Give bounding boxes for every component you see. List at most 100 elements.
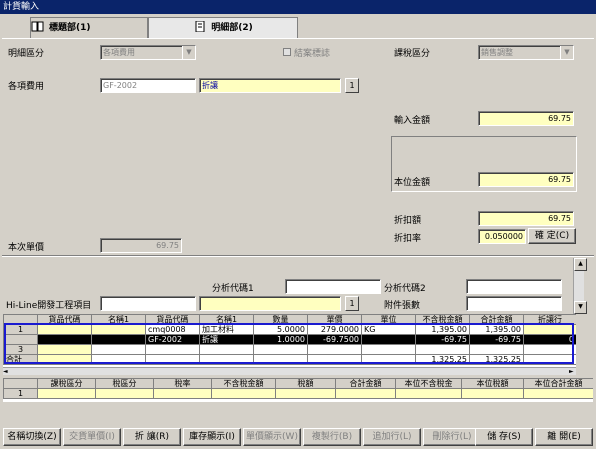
- exit-button[interactable]: 離 開(E): [535, 428, 593, 446]
- confirm-button[interactable]: 確 定(C): [528, 228, 576, 244]
- grid-header-cell: [3, 314, 38, 325]
- grid-cell: [91, 354, 146, 365]
- analysis-code1-field[interactable]: [285, 279, 381, 294]
- grid-cell[interactable]: [91, 324, 146, 335]
- section-divider: [2, 255, 594, 257]
- tab-header-label: 標題部(1): [49, 23, 91, 33]
- grid-cell[interactable]: 279.0000: [307, 324, 362, 335]
- discount-rate-field[interactable]: 0.050000: [478, 229, 526, 244]
- table-row[interactable]: 1: [3, 388, 593, 399]
- grid-cell[interactable]: [253, 344, 308, 355]
- discount-amount-label: 折扣額: [394, 216, 422, 226]
- grid-cell[interactable]: 0: [523, 334, 576, 345]
- grid-hscrollbar[interactable]: ◄ ►: [3, 367, 576, 375]
- project-name-field[interactable]: [199, 296, 341, 311]
- save-button[interactable]: 儲 存(S): [475, 428, 533, 446]
- grid-cell[interactable]: [275, 388, 336, 399]
- grid-cell[interactable]: 1.0000: [253, 334, 308, 345]
- input-amount-field[interactable]: 69.75: [478, 111, 574, 126]
- chevron-down-icon: ▼: [560, 46, 573, 59]
- attach-count-field[interactable]: [466, 296, 562, 311]
- unit-price-field[interactable]: 69.75: [100, 238, 182, 253]
- table-row[interactable]: 3: [3, 344, 576, 355]
- grid-cell[interactable]: [469, 344, 524, 355]
- expense-label: 各項費用: [8, 82, 45, 92]
- expense-code-field[interactable]: GF-2002: [100, 78, 196, 93]
- table-row-selected[interactable]: GF-2002 折讓 1.0000 -69.7500 -69.75 -69.75…: [3, 334, 576, 345]
- row-number: 1: [3, 388, 38, 399]
- grid-cell[interactable]: -69.75: [469, 334, 524, 345]
- grid-cell[interactable]: [361, 344, 416, 355]
- grid-cell[interactable]: [461, 388, 524, 399]
- grid-cell[interactable]: KG: [361, 324, 416, 335]
- grid-cell[interactable]: [91, 334, 146, 345]
- grid-cell[interactable]: [145, 344, 200, 355]
- analysis-code2-field[interactable]: [466, 279, 562, 294]
- unit-price-label: 本次單價: [8, 243, 45, 253]
- grid-cell[interactable]: 加工材料: [199, 324, 254, 335]
- price-display-button[interactable]: 單價顯示(W): [243, 428, 301, 446]
- discount-amount-field[interactable]: 69.75: [478, 211, 574, 226]
- scroll-right-icon[interactable]: ►: [569, 368, 576, 375]
- grid-cell[interactable]: 5.0000: [253, 324, 308, 335]
- grid-header-cell: 貨品代碼: [145, 314, 200, 325]
- discount-button[interactable]: 折 讓(R): [123, 428, 181, 446]
- grid-cell[interactable]: -69.7500: [307, 334, 362, 345]
- grid-cell[interactable]: [395, 388, 462, 399]
- grid-cell[interactable]: [91, 344, 146, 355]
- name-toggle-button[interactable]: 名稱切換(Z): [3, 428, 61, 446]
- local-amount-field[interactable]: 69.75: [478, 172, 574, 187]
- grid-cell: [253, 354, 308, 365]
- grid-cell[interactable]: [37, 388, 96, 399]
- scroll-up-icon[interactable]: ▲: [574, 258, 587, 271]
- grid-cell[interactable]: GF-2002: [145, 334, 200, 345]
- grid-header-cell: 名稱1: [199, 314, 254, 325]
- tax-header-cell: 本位稅額: [461, 378, 524, 389]
- detail-type-select[interactable]: 各項費用 ▼: [100, 45, 196, 60]
- grid-cell[interactable]: 折讓: [199, 334, 254, 345]
- tab-detail[interactable]: 明細部(2): [148, 17, 298, 39]
- grid-cell[interactable]: [95, 388, 154, 399]
- delivery-price-button[interactable]: 交貨單價(I): [63, 428, 121, 446]
- grid-cell[interactable]: [335, 388, 396, 399]
- grid-cell[interactable]: 1,395.00: [415, 324, 470, 335]
- grid-cell[interactable]: [37, 344, 92, 355]
- grid-cell[interactable]: [361, 334, 416, 345]
- scroll-left-icon[interactable]: ◄: [3, 368, 10, 375]
- grid-cell[interactable]: [307, 344, 362, 355]
- scroll-down-icon[interactable]: ▼: [574, 301, 587, 314]
- grid-cell[interactable]: [153, 388, 212, 399]
- tax-grid-area: 課稅區分 稅區分 稅率 不含稅金額 稅額 合計金額 本位不含稅金 本位稅額 本位…: [3, 378, 593, 402]
- expense-lookup-button[interactable]: 1: [345, 78, 359, 93]
- grid-cell[interactable]: [523, 388, 593, 399]
- analysis-scrollbar[interactable]: ▲ ▼: [573, 258, 587, 314]
- grid-cell[interactable]: [37, 324, 92, 335]
- grid-cell: [307, 354, 362, 365]
- project-code-field[interactable]: [100, 296, 196, 311]
- tax-header-cell: [3, 378, 38, 389]
- grid-cell[interactable]: [523, 344, 576, 355]
- add-row-button[interactable]: 追加行(L): [363, 428, 421, 446]
- grid-cell[interactable]: [37, 334, 92, 345]
- delete-row-button[interactable]: 刪除行(L): [423, 428, 481, 446]
- input-amount-label: 輸入金額: [394, 116, 431, 126]
- tab-header[interactable]: 標題部(1): [30, 17, 148, 39]
- tax-type-select[interactable]: 銷售調整 ▼: [478, 45, 574, 60]
- grid-cell[interactable]: 1,395.00: [469, 324, 524, 335]
- grid-cell[interactable]: [211, 388, 276, 399]
- settle-flag-checkbox[interactable]: [283, 48, 291, 56]
- grid-cell[interactable]: [415, 344, 470, 355]
- attach-count-label: 附件張數: [384, 301, 421, 311]
- grid-cell: [37, 354, 92, 365]
- grid-cell[interactable]: cmq0008: [145, 324, 200, 335]
- grid-cell[interactable]: [523, 324, 576, 335]
- grid-cell[interactable]: -69.75: [415, 334, 470, 345]
- copy-row-button[interactable]: 複製行(B): [303, 428, 361, 446]
- tax-grid: 課稅區分 稅區分 稅率 不含稅金額 稅額 合計金額 本位不含稅金 本位稅額 本位…: [3, 378, 593, 399]
- expense-name-field[interactable]: 折讓: [199, 78, 341, 93]
- row-number: 3: [3, 344, 38, 355]
- table-row[interactable]: 1 cmq0008 加工材料 5.0000 279.0000 KG 1,395.…: [3, 324, 576, 335]
- project-lookup-button[interactable]: 1: [345, 296, 359, 311]
- stock-display-button[interactable]: 庫存顯示(I): [183, 428, 241, 446]
- grid-cell[interactable]: [199, 344, 254, 355]
